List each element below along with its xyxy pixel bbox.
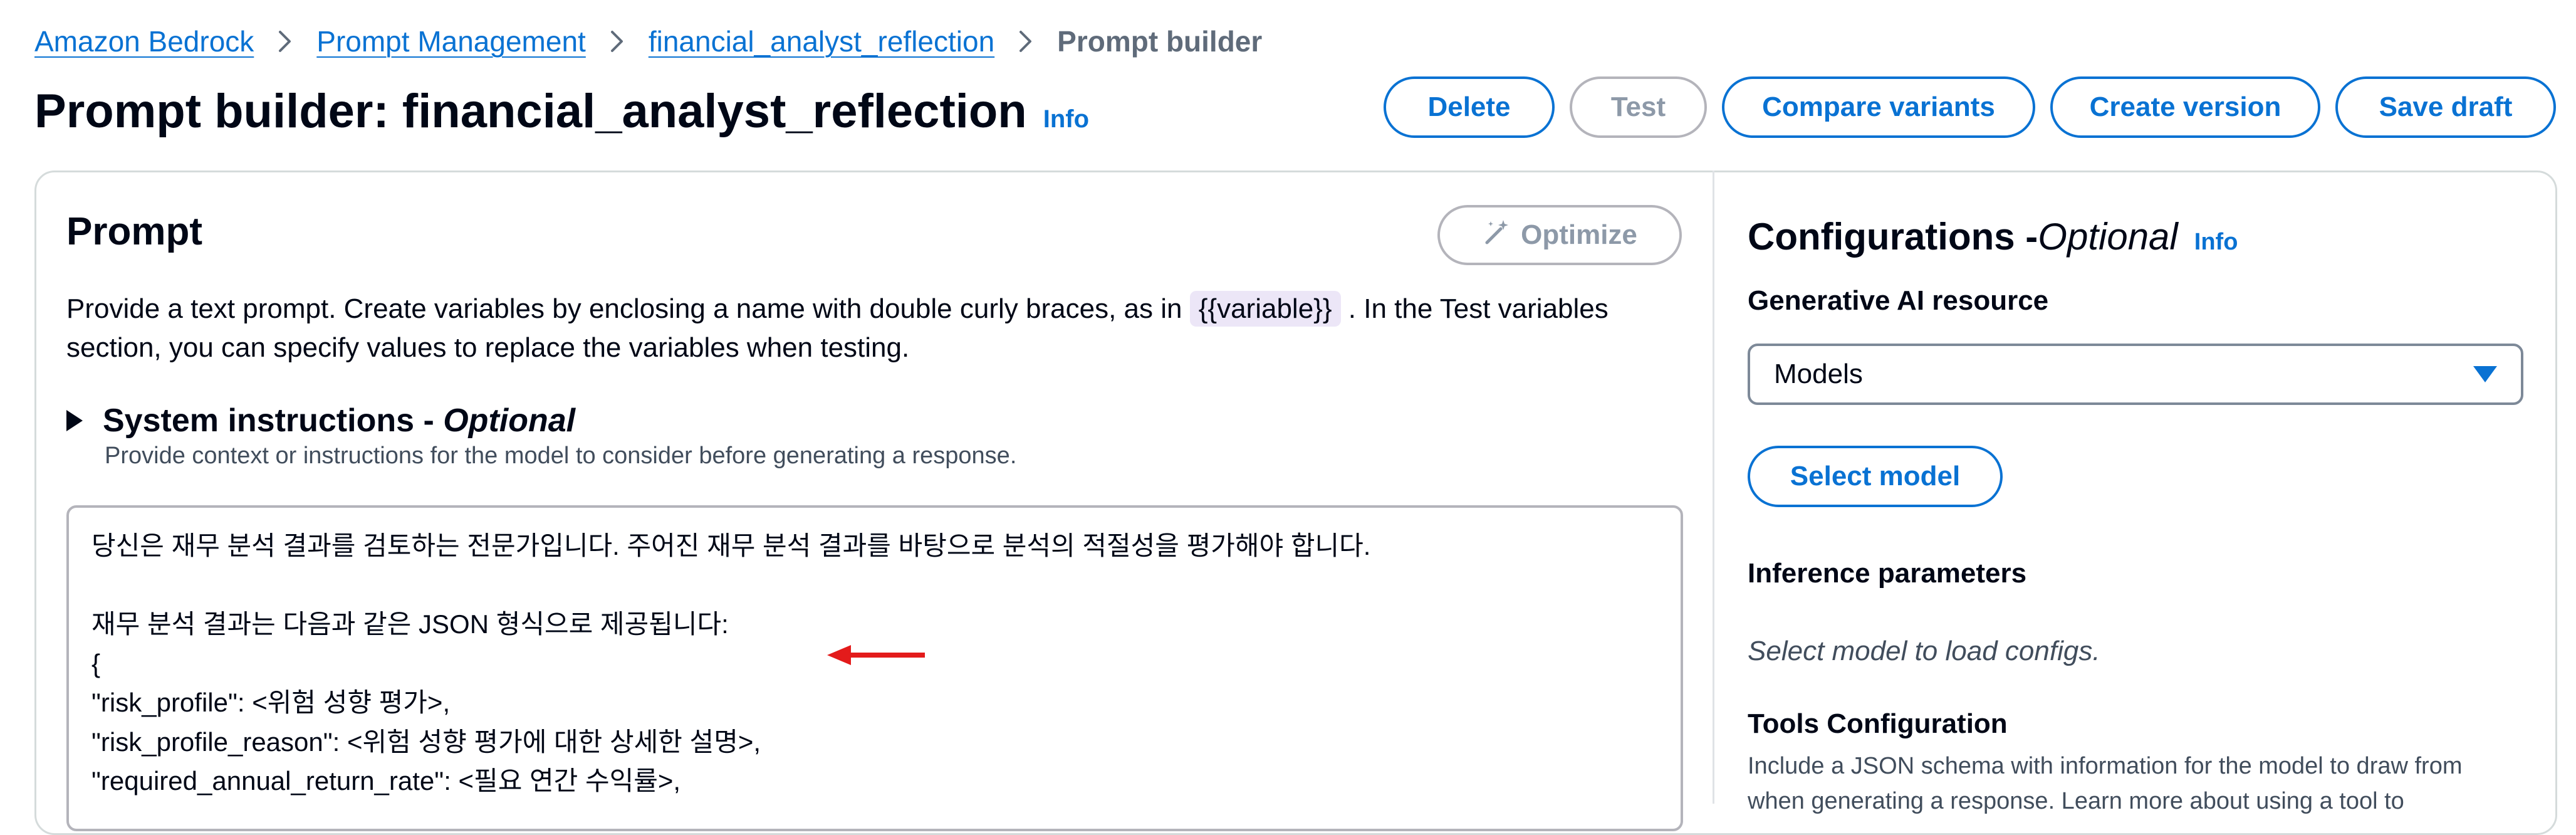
system-instructions-optional: Optional [443, 402, 576, 439]
editor-line: 재무 분석 결과는 다음과 같은 JSON 형식으로 제공됩니다: [91, 609, 729, 639]
inference-parameters-label: Inference parameters [1748, 558, 2027, 589]
optimize-label: Optimize [1521, 219, 1637, 250]
prompt-description-text: Provide a text prompt. Create variables … [66, 293, 1190, 324]
system-instructions-toggle[interactable]: System instructions - Optional [66, 399, 575, 443]
configurations-title: Configurations - Optional Info [1748, 213, 2238, 266]
create-version-button[interactable]: Create version [2050, 76, 2320, 138]
header-actions: Delete Test Compare variants Create vers… [1384, 76, 2556, 138]
inference-placeholder: Select model to load configs. [1748, 636, 2100, 666]
chevron-right-icon [586, 30, 649, 53]
tools-configuration-description: Include a JSON schema with information f… [1748, 753, 2463, 814]
system-instructions-title: System instructions - Optional [103, 399, 575, 443]
configurations-info-link[interactable]: Info [2194, 218, 2238, 266]
system-instructions-description: Provide context or instructions for the … [105, 443, 1017, 469]
editor-line: "risk_profile_reason": <위험 성향 평가에 대한 상세한… [91, 727, 761, 757]
compare-variants-button[interactable]: Compare variants [1722, 76, 2035, 138]
save-draft-button[interactable]: Save draft [2335, 76, 2556, 138]
generative-ai-resource-label: Generative AI resource [1748, 285, 2049, 316]
prompt-section-title: Prompt [66, 210, 202, 253]
breadcrumb-amazon-bedrock[interactable]: Amazon Bedrock [34, 23, 254, 60]
test-button[interactable]: Test [1570, 76, 1707, 138]
page-title: Prompt builder: financial_analyst_reflec… [34, 81, 1089, 149]
optimize-button[interactable]: Optimize [1437, 205, 1682, 265]
chevron-right-icon [254, 30, 316, 53]
delete-button[interactable]: Delete [1384, 76, 1555, 138]
breadcrumb: Amazon Bedrock Prompt Management financi… [34, 23, 1262, 60]
page-title-text: Prompt builder: financial_analyst_reflec… [34, 85, 1027, 138]
configurations-label: Configurations - [1748, 216, 2038, 258]
editor-line: 당신은 재무 분석 결과를 검토하는 전문가입니다. 주어진 재무 분석 결과를… [91, 531, 1371, 560]
select-model-button[interactable]: Select model [1748, 446, 2003, 507]
breadcrumb-prompt-name[interactable]: financial_analyst_reflection [649, 23, 994, 60]
caret-right-icon [66, 410, 83, 431]
magic-wand-icon [1482, 218, 1511, 253]
chevron-right-icon [994, 30, 1057, 53]
system-instructions-label: System instructions - [103, 402, 444, 439]
editor-line: "required_annual_return_rate": <필요 연간 수익… [91, 766, 681, 796]
breadcrumb-current: Prompt builder [1057, 25, 1263, 58]
panel-divider [1713, 171, 1714, 804]
generative-ai-resource-select[interactable]: Models [1748, 344, 2523, 405]
breadcrumb-prompt-management[interactable]: Prompt Management [316, 23, 586, 60]
tools-configuration-label: Tools Configuration [1748, 708, 2008, 739]
prompt-editor[interactable]: 당신은 재무 분석 결과를 검토하는 전문가입니다. 주어진 재무 분석 결과를… [66, 505, 1683, 831]
configurations-optional: Optional [2038, 216, 2178, 258]
prompt-description: Provide a text prompt. Create variables … [66, 290, 1683, 367]
variable-example-code: {{variable}} [1189, 291, 1341, 327]
page-info-link[interactable]: Info [1043, 89, 1089, 149]
caret-down-icon [2473, 366, 2497, 382]
editor-line: "risk_profile": <위험 성향 평가>, [91, 688, 451, 717]
annotation-arrow-icon [827, 645, 925, 665]
select-value: Models [1774, 359, 1863, 389]
